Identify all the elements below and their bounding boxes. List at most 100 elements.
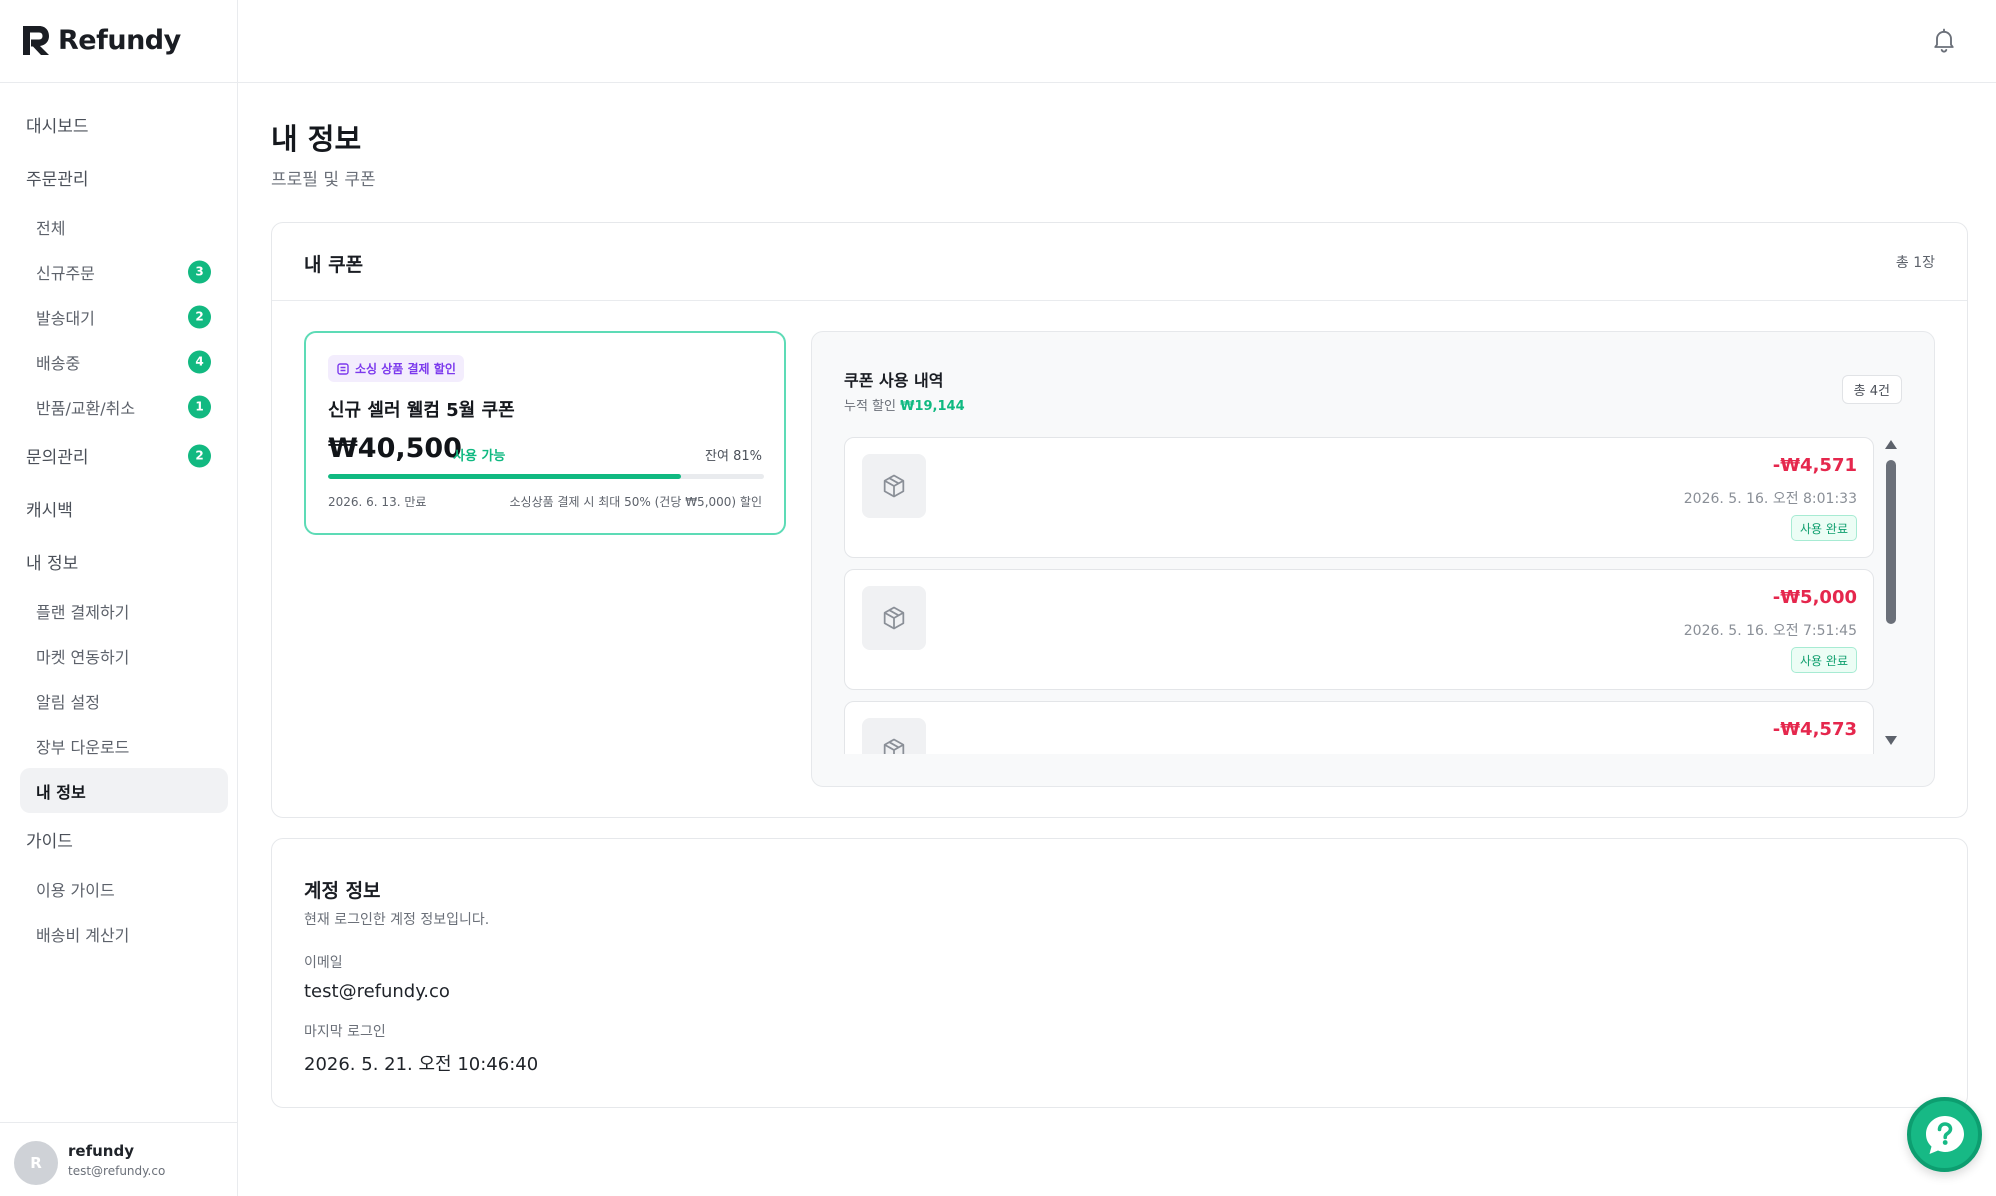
history-summary-label: 누적 할인: [844, 399, 896, 414]
user-email: test@refundy.co: [68, 1164, 166, 1178]
avatar: R: [14, 1141, 58, 1185]
sidebar-item-orders-all[interactable]: 전체: [0, 204, 238, 249]
count-badge: 4: [188, 350, 211, 373]
sidebar-item-label: 대시보드: [26, 117, 89, 137]
sidebar-item-inquiries[interactable]: 문의관리 2: [0, 429, 238, 482]
count-badge: 3: [188, 260, 211, 283]
sidebar-item-label: 배송중: [36, 353, 81, 373]
receipt-icon: [337, 362, 349, 375]
history-title: 쿠폰 사용 내역: [844, 371, 944, 390]
package-icon: [862, 454, 926, 518]
sidebar-item-my-info-sub[interactable]: 내 정보: [20, 768, 228, 813]
sidebar-item-label: 내 정보: [26, 554, 79, 574]
sidebar-item-orders-new[interactable]: 신규주문 3: [0, 249, 238, 294]
sidebar-item-market-link[interactable]: 마켓 연동하기: [0, 633, 238, 678]
page-subtitle: 프로필 및 쿠폰: [271, 170, 376, 190]
history-amount: -₩5,000: [1772, 587, 1857, 608]
history-list[interactable]: -₩4,571 2026. 5. 16. 오전 8:01:33 사용 완료 -₩5,0…: [844, 437, 1874, 754]
sidebar-item-orders-returns[interactable]: 반품/교환/취소 1: [0, 384, 238, 429]
history-scrollbar[interactable]: [1885, 440, 1899, 758]
coupons-card: 내 쿠폰 총 1장 소싱 상품 결제 할인 신규 셀러 웰컴 5월 쿠폰 ₩40…: [271, 222, 1968, 818]
sidebar-item-my-info[interactable]: 내 정보: [0, 535, 238, 588]
user-name: refundy: [68, 1142, 134, 1160]
question-chat-icon: [1925, 1115, 1964, 1154]
scroll-thumb[interactable]: [1886, 460, 1896, 624]
status-badge: 사용 완료: [1791, 647, 1857, 673]
email-label: 이메일: [304, 955, 343, 971]
coupon-tag: 소싱 상품 결제 할인: [328, 355, 464, 382]
coupon-progress-bar: [328, 474, 764, 479]
sidebar-item-label: 캐시백: [26, 501, 73, 521]
history-row[interactable]: -₩4,573: [844, 701, 1874, 754]
sidebar-item-label: 주문관리: [26, 170, 89, 190]
sidebar: Refundy 대시보드주문관리전체신규주문 3 발송대기 2 배송중 4 반품/교환/취소…: [0, 0, 238, 1196]
email-value: test@refundy.co: [304, 981, 450, 1002]
history-summary-amount: ₩19,144: [900, 399, 965, 414]
coupon-name: 신규 셀러 웰컴 5월 쿠폰: [328, 400, 515, 421]
sidebar-item-label: 문의관리: [26, 448, 89, 468]
sidebar-item-orders[interactable]: 주문관리: [0, 151, 238, 204]
sidebar-item-guide[interactable]: 가이드: [0, 813, 238, 866]
top-bar: [238, 0, 1996, 83]
sidebar-item-label: 내 정보: [36, 782, 86, 802]
sidebar-item-orders-shipping[interactable]: 배송중 4: [0, 339, 238, 384]
coupon-progress-fill: [328, 474, 682, 479]
coupon-expire: 2026. 6. 13. 만료: [328, 495, 427, 509]
account-subtitle: 현재 로그인한 계정 정보입니다.: [304, 912, 490, 928]
help-chat-button[interactable]: [1907, 1097, 1982, 1172]
history-row[interactable]: -₩4,571 2026. 5. 16. 오전 8:01:33 사용 완료: [844, 437, 1874, 558]
history-count: 총 4건: [1841, 375, 1902, 404]
sidebar-item-notification-settings[interactable]: 알림 설정: [0, 678, 238, 723]
coupon-card[interactable]: 소싱 상품 결제 할인 신규 셀러 웰컴 5월 쿠폰 ₩40,500 사용 가능…: [304, 331, 786, 535]
sidebar-item-label: 장부 다운로드: [36, 737, 130, 757]
last-login-value: 2026. 5. 21. 오전 10:46:40: [304, 1054, 539, 1075]
sidebar-item-shipping-calculator[interactable]: 배송비 계산기: [0, 911, 238, 956]
history-amount: -₩4,571: [1772, 455, 1857, 476]
sidebar-item-label: 전체: [36, 218, 66, 238]
history-date: 2026. 5. 16. 오전 8:01:33: [1683, 491, 1857, 507]
sidebar-item-label: 배송비 계산기: [36, 925, 130, 945]
sidebar-item-label: 플랜 결제하기: [36, 602, 130, 622]
status-badge: 사용 완료: [1791, 515, 1857, 541]
history-date: 2026. 5. 16. 오전 7:51:45: [1683, 623, 1857, 639]
user-profile[interactable]: R refundy test@refundy.co: [0, 1122, 238, 1196]
coupons-header: 내 쿠폰 총 1장: [272, 223, 1967, 301]
sidebar-item-label: 가이드: [26, 832, 73, 852]
app-logo[interactable]: Refundy: [20, 22, 181, 58]
history-row[interactable]: -₩5,000 2026. 5. 16. 오전 7:51:45 사용 완료: [844, 569, 1874, 690]
sidebar-item-dashboard[interactable]: 대시보드: [0, 98, 238, 151]
sidebar-item-orders-ready[interactable]: 발송대기 2: [0, 294, 238, 339]
sidebar-item-ledger-download[interactable]: 장부 다운로드: [0, 723, 238, 768]
sidebar-item-label: 이용 가이드: [36, 880, 115, 900]
history-amount: -₩4,573: [1772, 719, 1857, 740]
page-title: 내 정보: [271, 122, 362, 156]
coupon-amount: ₩40,500: [328, 433, 462, 464]
sidebar-item-label: 반품/교환/취소: [36, 398, 136, 418]
scroll-up-arrow-icon[interactable]: [1885, 440, 1897, 449]
last-login-label: 마지막 로그인: [304, 1024, 386, 1040]
count-badge: 2: [188, 305, 211, 328]
coupon-tag-label: 소싱 상품 결제 할인: [355, 362, 456, 376]
account-title: 계정 정보: [304, 880, 381, 902]
package-icon: [862, 718, 926, 754]
sidebar-nav: 대시보드주문관리전체신규주문 3 발송대기 2 배송중 4 반품/교환/취소 1 문의관리 2 캐시…: [0, 98, 238, 956]
bell-icon[interactable]: [1930, 26, 1958, 54]
coupon-description: 소싱상품 결제 시 최대 50% (건당 ₩5,000) 할인: [509, 495, 762, 509]
sidebar-divider: [0, 82, 238, 83]
account-card: 계정 정보 현재 로그인한 계정 정보입니다. 이메일 test@refundy…: [271, 838, 1968, 1108]
refundy-logo-icon: [23, 26, 49, 55]
sidebar-item-plan-payment[interactable]: 플랜 결제하기: [0, 588, 238, 633]
scroll-down-arrow-icon[interactable]: [1885, 736, 1897, 745]
sidebar-item-usage-guide[interactable]: 이용 가이드: [0, 866, 238, 911]
sidebar-item-label: 알림 설정: [36, 692, 100, 712]
app-name: Refundy: [58, 24, 181, 56]
sidebar-item-label: 마켓 연동하기: [36, 647, 130, 667]
count-badge: 2: [188, 444, 211, 467]
package-icon: [862, 586, 926, 650]
coupons-title: 내 쿠폰: [304, 254, 364, 276]
sidebar-item-cashback[interactable]: 캐시백: [0, 482, 238, 535]
sidebar-item-label: 신규주문: [36, 263, 95, 283]
coupons-count: 총 1장: [1895, 255, 1935, 271]
coupon-status: 사용 가능: [453, 449, 506, 464]
sidebar-item-label: 발송대기: [36, 308, 95, 328]
